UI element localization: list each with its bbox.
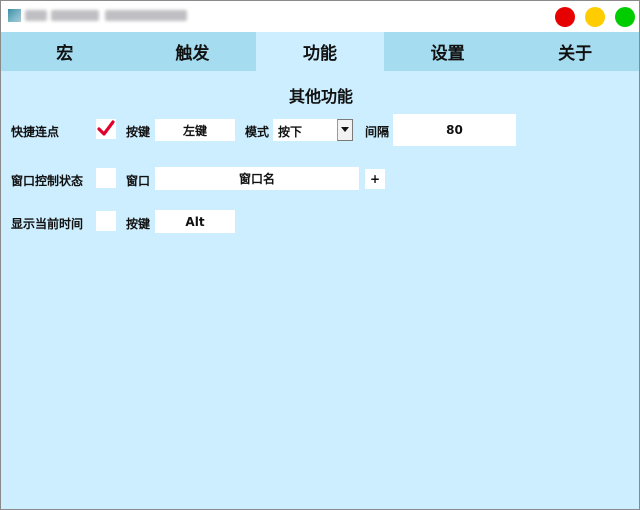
mode-select[interactable]: 按下 — [273, 119, 353, 141]
window-title-blurred — [25, 10, 47, 21]
maximize-button[interactable] — [615, 7, 635, 27]
app-icon — [8, 9, 21, 22]
show-time-checkbox[interactable] — [96, 211, 116, 231]
tab-settings[interactable]: 设置 — [384, 32, 512, 71]
checkmark-icon — [97, 120, 115, 136]
quick-click-key-label: 按键 — [126, 125, 151, 139]
window-control-checkbox[interactable] — [96, 168, 116, 188]
add-window-button[interactable]: + — [365, 169, 385, 189]
tab-macro[interactable]: 宏 — [1, 32, 129, 71]
show-time-key-field[interactable]: Alt — [155, 210, 235, 233]
tab-trigger[interactable]: 触发 — [129, 32, 257, 71]
quick-click-label: 快捷连点 — [11, 125, 60, 139]
window-title-blurred — [105, 10, 187, 21]
close-button[interactable] — [555, 7, 575, 27]
interval-field[interactable]: 80 — [393, 114, 516, 146]
quick-click-key-field[interactable]: 左键 — [155, 119, 235, 141]
title-bar[interactable] — [1, 1, 639, 32]
app-window: 宏 触发 功能 设置 关于 其他功能 快捷连点 按键 左键 模式 按下 间隔 8… — [0, 0, 640, 510]
mode-select-value: 按下 — [278, 125, 303, 139]
section-title: 其他功能 — [288, 87, 353, 106]
window-title-blurred — [51, 10, 99, 21]
tab-about[interactable]: 关于 — [511, 32, 639, 71]
interval-label: 间隔 — [365, 125, 390, 139]
mode-label: 模式 — [245, 125, 270, 139]
quick-click-checkbox[interactable] — [96, 119, 116, 139]
show-time-label: 显示当前时间 — [11, 217, 84, 231]
minimize-button[interactable] — [585, 7, 605, 27]
window-name-field[interactable]: 窗口名 — [155, 167, 359, 190]
tab-bar: 宏 触发 功能 设置 关于 — [1, 32, 639, 71]
tab-features[interactable]: 功能 — [256, 32, 384, 71]
window-label: 窗口 — [126, 174, 151, 188]
show-time-key-label: 按键 — [126, 217, 151, 231]
chevron-down-icon[interactable] — [337, 119, 353, 141]
window-control-label: 窗口控制状态 — [11, 174, 84, 188]
